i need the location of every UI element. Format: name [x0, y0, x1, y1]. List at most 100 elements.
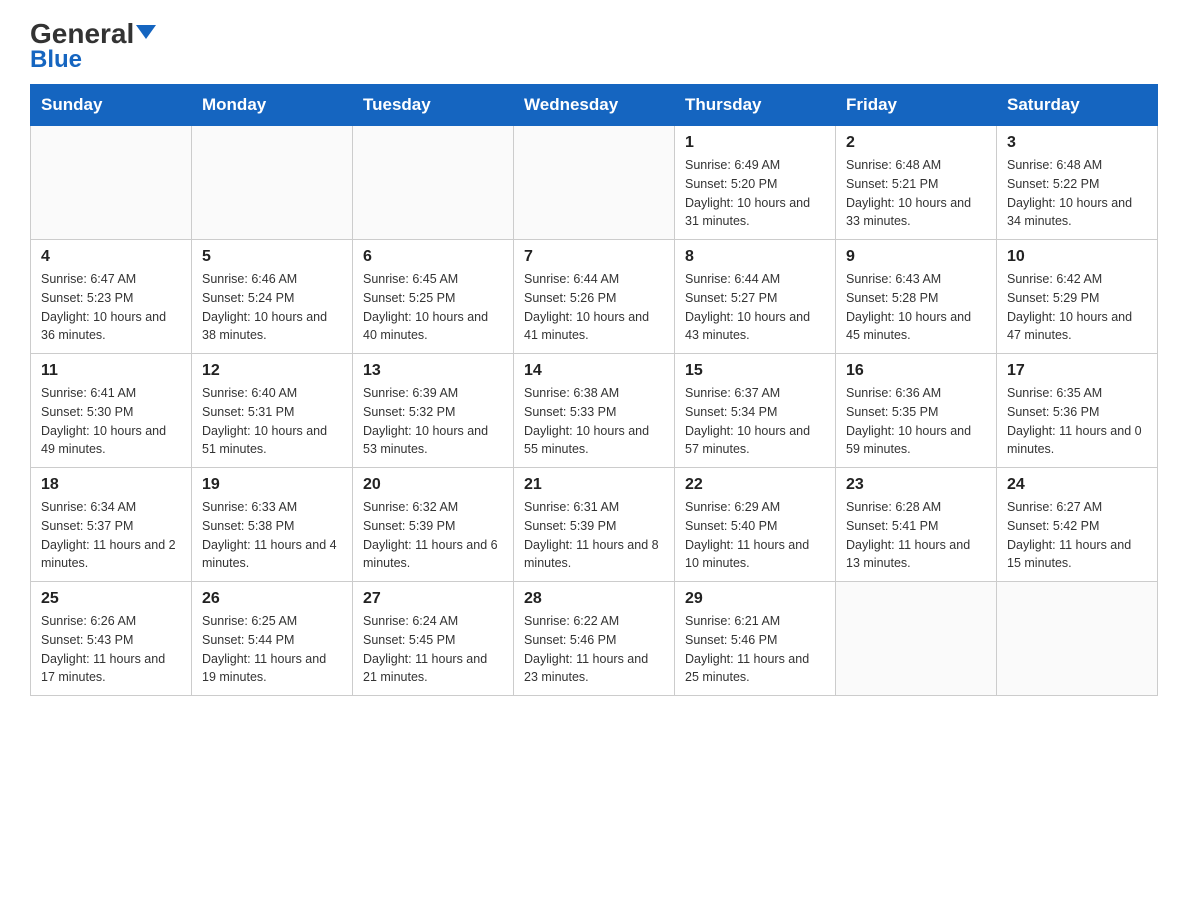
calendar-cell [997, 582, 1158, 696]
day-number: 9 [846, 248, 986, 266]
day-number: 12 [202, 362, 342, 380]
calendar-cell: 17 Sunrise: 6:35 AM Sunset: 5:36 PM Dayli… [997, 354, 1158, 468]
calendar-cell: 19 Sunrise: 6:33 AM Sunset: 5:38 PM Dayli… [192, 468, 353, 582]
calendar-table: SundayMondayTuesdayWednesdayThursdayFrid… [30, 84, 1158, 696]
week-row-0: 1 Sunrise: 6:49 AM Sunset: 5:20 PM Daylig… [31, 126, 1158, 240]
day-info: Sunrise: 6:27 AM Sunset: 5:42 PM Dayligh… [1007, 498, 1147, 573]
calendar-cell: 12 Sunrise: 6:40 AM Sunset: 5:31 PM Dayli… [192, 354, 353, 468]
day-info: Sunrise: 6:28 AM Sunset: 5:41 PM Dayligh… [846, 498, 986, 573]
day-number: 22 [685, 476, 825, 494]
day-number: 4 [41, 248, 181, 266]
day-number: 8 [685, 248, 825, 266]
day-number: 17 [1007, 362, 1147, 380]
day-number: 28 [524, 590, 664, 608]
calendar-cell: 23 Sunrise: 6:28 AM Sunset: 5:41 PM Dayli… [836, 468, 997, 582]
day-info: Sunrise: 6:44 AM Sunset: 5:27 PM Dayligh… [685, 270, 825, 345]
day-number: 3 [1007, 134, 1147, 152]
calendar-header-row: SundayMondayTuesdayWednesdayThursdayFrid… [31, 85, 1158, 126]
day-number: 15 [685, 362, 825, 380]
day-number: 7 [524, 248, 664, 266]
day-info: Sunrise: 6:49 AM Sunset: 5:20 PM Dayligh… [685, 156, 825, 231]
header-tuesday: Tuesday [353, 85, 514, 126]
day-info: Sunrise: 6:45 AM Sunset: 5:25 PM Dayligh… [363, 270, 503, 345]
day-number: 20 [363, 476, 503, 494]
day-info: Sunrise: 6:48 AM Sunset: 5:21 PM Dayligh… [846, 156, 986, 231]
day-number: 6 [363, 248, 503, 266]
day-number: 29 [685, 590, 825, 608]
day-info: Sunrise: 6:26 AM Sunset: 5:43 PM Dayligh… [41, 612, 181, 687]
day-info: Sunrise: 6:47 AM Sunset: 5:23 PM Dayligh… [41, 270, 181, 345]
day-info: Sunrise: 6:48 AM Sunset: 5:22 PM Dayligh… [1007, 156, 1147, 231]
day-number: 5 [202, 248, 342, 266]
calendar-cell: 16Sunrise: 6:36 AM Sunset: 5:35 PM Dayli… [836, 354, 997, 468]
day-number: 27 [363, 590, 503, 608]
header-thursday: Thursday [675, 85, 836, 126]
calendar-cell [192, 126, 353, 240]
day-number: 26 [202, 590, 342, 608]
day-info: Sunrise: 6:40 AM Sunset: 5:31 PM Dayligh… [202, 384, 342, 459]
page-header: General Blue [30, 20, 1158, 74]
logo-general: General [30, 20, 156, 48]
calendar-cell [836, 582, 997, 696]
day-number: 23 [846, 476, 986, 494]
day-info: Sunrise: 6:43 AM Sunset: 5:28 PM Dayligh… [846, 270, 986, 345]
calendar-cell: 26 Sunrise: 6:25 AM Sunset: 5:44 PM Dayli… [192, 582, 353, 696]
calendar-cell: 4 Sunrise: 6:47 AM Sunset: 5:23 PM Daylig… [31, 240, 192, 354]
day-info: Sunrise: 6:35 AM Sunset: 5:36 PM Dayligh… [1007, 384, 1147, 459]
calendar-cell: 7 Sunrise: 6:44 AM Sunset: 5:26 PM Daylig… [514, 240, 675, 354]
day-info: Sunrise: 6:41 AM Sunset: 5:30 PM Dayligh… [41, 384, 181, 459]
calendar-cell: 20 Sunrise: 6:32 AM Sunset: 5:39 PM Dayli… [353, 468, 514, 582]
calendar-cell: 1 Sunrise: 6:49 AM Sunset: 5:20 PM Daylig… [675, 126, 836, 240]
calendar-cell: 13 Sunrise: 6:39 AM Sunset: 5:32 PM Dayli… [353, 354, 514, 468]
calendar-cell: 2Sunrise: 6:48 AM Sunset: 5:21 PM Daylig… [836, 126, 997, 240]
day-number: 19 [202, 476, 342, 494]
day-info: Sunrise: 6:22 AM Sunset: 5:46 PM Dayligh… [524, 612, 664, 687]
calendar-cell: 27 Sunrise: 6:24 AM Sunset: 5:45 PM Dayli… [353, 582, 514, 696]
week-row-4: 25 Sunrise: 6:26 AM Sunset: 5:43 PM Dayli… [31, 582, 1158, 696]
calendar-cell: 25 Sunrise: 6:26 AM Sunset: 5:43 PM Dayli… [31, 582, 192, 696]
logo-blue: Blue [30, 46, 82, 74]
calendar-cell: 3 Sunrise: 6:48 AM Sunset: 5:22 PM Daylig… [997, 126, 1158, 240]
day-info: Sunrise: 6:33 AM Sunset: 5:38 PM Dayligh… [202, 498, 342, 573]
calendar-cell: 28 Sunrise: 6:22 AM Sunset: 5:46 PM Dayli… [514, 582, 675, 696]
day-number: 11 [41, 362, 181, 380]
logo-triangle-icon [136, 25, 156, 39]
day-info: Sunrise: 6:44 AM Sunset: 5:26 PM Dayligh… [524, 270, 664, 345]
day-info: Sunrise: 6:29 AM Sunset: 5:40 PM Dayligh… [685, 498, 825, 573]
day-info: Sunrise: 6:21 AM Sunset: 5:46 PM Dayligh… [685, 612, 825, 687]
day-info: Sunrise: 6:34 AM Sunset: 5:37 PM Dayligh… [41, 498, 181, 573]
day-info: Sunrise: 6:37 AM Sunset: 5:34 PM Dayligh… [685, 384, 825, 459]
day-number: 16 [846, 362, 986, 380]
header-saturday: Saturday [997, 85, 1158, 126]
day-number: 21 [524, 476, 664, 494]
calendar-cell: 10 Sunrise: 6:42 AM Sunset: 5:29 PM Dayli… [997, 240, 1158, 354]
day-info: Sunrise: 6:42 AM Sunset: 5:29 PM Dayligh… [1007, 270, 1147, 345]
calendar-cell: 6 Sunrise: 6:45 AM Sunset: 5:25 PM Daylig… [353, 240, 514, 354]
day-info: Sunrise: 6:31 AM Sunset: 5:39 PM Dayligh… [524, 498, 664, 573]
calendar-cell [514, 126, 675, 240]
calendar-cell: 8 Sunrise: 6:44 AM Sunset: 5:27 PM Daylig… [675, 240, 836, 354]
calendar-cell [353, 126, 514, 240]
day-info: Sunrise: 6:39 AM Sunset: 5:32 PM Dayligh… [363, 384, 503, 459]
day-number: 1 [685, 134, 825, 152]
day-number: 25 [41, 590, 181, 608]
day-info: Sunrise: 6:25 AM Sunset: 5:44 PM Dayligh… [202, 612, 342, 687]
week-row-2: 11 Sunrise: 6:41 AM Sunset: 5:30 PM Dayli… [31, 354, 1158, 468]
day-info: Sunrise: 6:46 AM Sunset: 5:24 PM Dayligh… [202, 270, 342, 345]
header-wednesday: Wednesday [514, 85, 675, 126]
day-info: Sunrise: 6:38 AM Sunset: 5:33 PM Dayligh… [524, 384, 664, 459]
day-number: 13 [363, 362, 503, 380]
calendar-cell [31, 126, 192, 240]
calendar-cell: 29 Sunrise: 6:21 AM Sunset: 5:46 PM Dayli… [675, 582, 836, 696]
calendar-cell: 24 Sunrise: 6:27 AM Sunset: 5:42 PM Dayli… [997, 468, 1158, 582]
day-info: Sunrise: 6:32 AM Sunset: 5:39 PM Dayligh… [363, 498, 503, 573]
calendar-cell: 22 Sunrise: 6:29 AM Sunset: 5:40 PM Dayli… [675, 468, 836, 582]
calendar-cell: 18Sunrise: 6:34 AM Sunset: 5:37 PM Dayli… [31, 468, 192, 582]
header-sunday: Sunday [31, 85, 192, 126]
calendar-cell: 5 Sunrise: 6:46 AM Sunset: 5:24 PM Daylig… [192, 240, 353, 354]
calendar-cell: 11 Sunrise: 6:41 AM Sunset: 5:30 PM Dayli… [31, 354, 192, 468]
logo: General Blue [30, 20, 156, 74]
day-info: Sunrise: 6:24 AM Sunset: 5:45 PM Dayligh… [363, 612, 503, 687]
day-number: 24 [1007, 476, 1147, 494]
day-number: 10 [1007, 248, 1147, 266]
